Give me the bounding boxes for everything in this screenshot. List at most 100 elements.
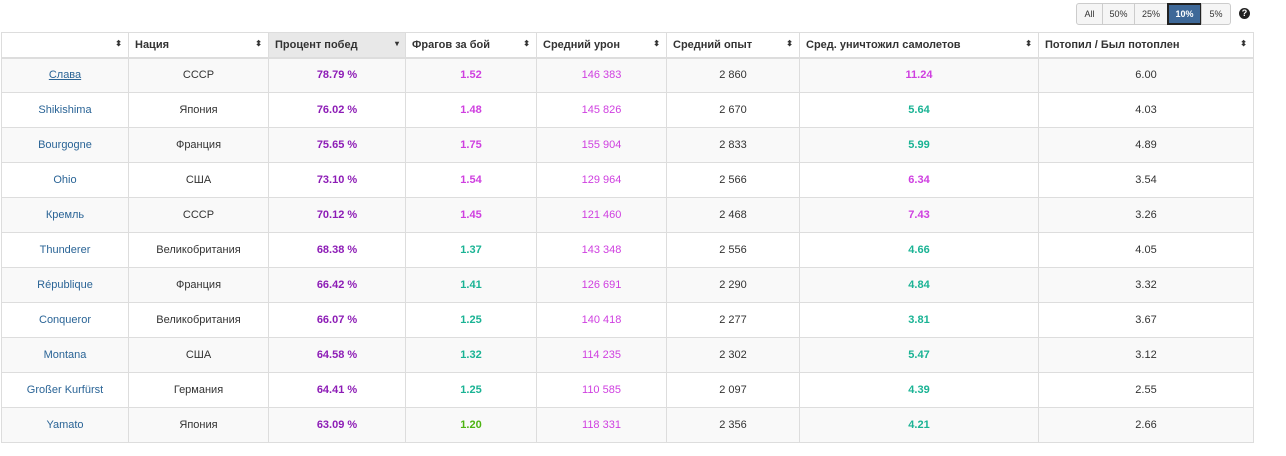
column-header-label: Сред. уничтожил самолетов xyxy=(806,38,961,51)
column-header-ship[interactable]: ⬍ xyxy=(1,32,129,59)
ship-cell[interactable]: Ohio xyxy=(1,162,129,198)
planes-cell: 6.34 xyxy=(799,162,1039,198)
ship-link[interactable]: Кремль xyxy=(46,209,84,221)
winrate-cell: 66.42 % xyxy=(268,267,406,303)
column-header-planes[interactable]: Сред. уничтожил самолетов ⬍ xyxy=(799,32,1039,59)
column-header-kd[interactable]: Потопил / Был потоплен ⬍ xyxy=(1038,32,1254,59)
ship-cell[interactable]: Bourgogne xyxy=(1,127,129,163)
kd-cell: 3.32 xyxy=(1038,267,1254,303)
column-header-nation[interactable]: Нация ⬍ xyxy=(128,32,269,59)
filter-5-button[interactable]: 5% xyxy=(1201,3,1231,25)
table-row: Слава СССР 78.79 % 1.52 146 383 2 860 11… xyxy=(1,57,1254,93)
table-header-row: ⬍ Нация ⬍ Процент побед ▾ Фрагов за бой ⬍ С… xyxy=(1,32,1254,59)
frags-cell: 1.32 xyxy=(405,337,537,373)
ship-link[interactable]: Bourgogne xyxy=(38,139,92,151)
ship-cell[interactable]: Thunderer xyxy=(1,232,129,268)
sort-desc-icon: ▾ xyxy=(394,39,399,48)
ship-cell[interactable]: Conqueror xyxy=(1,302,129,338)
column-header-label: Потопил / Был потоплен xyxy=(1045,38,1180,51)
ship-cell[interactable]: Слава xyxy=(1,57,129,93)
ship-link[interactable]: Yamato xyxy=(46,419,83,431)
table-row: Conqueror Великобритания 66.07 % 1.25 14… xyxy=(1,302,1254,338)
winrate-cell: 76.02 % xyxy=(268,92,406,128)
planes-cell: 5.99 xyxy=(799,127,1039,163)
ship-cell[interactable]: Yamato xyxy=(1,407,129,443)
ship-link[interactable]: Ohio xyxy=(53,174,76,186)
exp-cell: 2 670 xyxy=(666,92,800,128)
filter-50-button[interactable]: 50% xyxy=(1102,3,1135,25)
winrate-cell: 66.07 % xyxy=(268,302,406,338)
kd-cell: 4.05 xyxy=(1038,232,1254,268)
winrate-cell: 73.10 % xyxy=(268,162,406,198)
column-header-exp[interactable]: Средний опыт ⬍ xyxy=(666,32,800,59)
nation-cell: США xyxy=(128,162,269,198)
nation-cell: Великобритания xyxy=(128,302,269,338)
kd-cell: 2.55 xyxy=(1038,372,1254,408)
ship-cell[interactable]: Großer Kurfürst xyxy=(1,372,129,408)
table-row: Yamato Япония 63.09 % 1.20 118 331 2 356… xyxy=(1,407,1254,443)
column-header-label: Средний урон xyxy=(543,38,621,51)
damage-cell: 140 418 xyxy=(536,302,667,338)
kd-cell: 4.03 xyxy=(1038,92,1254,128)
sort-icon: ⬍ xyxy=(115,39,122,48)
ship-link[interactable]: Conqueror xyxy=(39,314,91,326)
winrate-cell: 63.09 % xyxy=(268,407,406,443)
damage-cell: 146 383 xyxy=(536,57,667,93)
exp-cell: 2 860 xyxy=(666,57,800,93)
ship-link[interactable]: Shikishima xyxy=(38,104,91,116)
table-row: Bourgogne Франция 75.65 % 1.75 155 904 2… xyxy=(1,127,1254,163)
exp-cell: 2 468 xyxy=(666,197,800,233)
exp-cell: 2 097 xyxy=(666,372,800,408)
winrate-cell: 75.65 % xyxy=(268,127,406,163)
ship-link[interactable]: Thunderer xyxy=(40,244,91,256)
column-header-winrate[interactable]: Процент побед ▾ xyxy=(268,32,406,59)
damage-cell: 129 964 xyxy=(536,162,667,198)
ship-cell[interactable]: Shikishima xyxy=(1,92,129,128)
kd-cell: 6.00 xyxy=(1038,57,1254,93)
frags-cell: 1.52 xyxy=(405,57,537,93)
ship-cell[interactable]: République xyxy=(1,267,129,303)
planes-cell: 4.66 xyxy=(799,232,1039,268)
ship-link[interactable]: République xyxy=(37,279,93,291)
table-row: Großer Kurfürst Германия 64.41 % 1.25 11… xyxy=(1,372,1254,408)
winrate-cell: 68.38 % xyxy=(268,232,406,268)
table-row: Thunderer Великобритания 68.38 % 1.37 14… xyxy=(1,232,1254,268)
planes-cell: 5.47 xyxy=(799,337,1039,373)
filter-10-button[interactable]: 10% xyxy=(1167,3,1202,25)
exp-cell: 2 556 xyxy=(666,232,800,268)
planes-cell: 5.64 xyxy=(799,92,1039,128)
sort-icon: ⬍ xyxy=(255,39,262,48)
table-row: Кремль СССР 70.12 % 1.45 121 460 2 468 7… xyxy=(1,197,1254,233)
damage-cell: 118 331 xyxy=(536,407,667,443)
frags-cell: 1.37 xyxy=(405,232,537,268)
sort-icon: ⬍ xyxy=(1240,39,1247,48)
sort-icon: ⬍ xyxy=(523,39,530,48)
ship-link[interactable]: Großer Kurfürst xyxy=(27,384,103,396)
nation-cell: Япония xyxy=(128,407,269,443)
help-icon[interactable]: ? xyxy=(1239,8,1250,19)
filter-all-button[interactable]: All xyxy=(1076,3,1103,25)
filter-25-button[interactable]: 25% xyxy=(1134,3,1168,25)
sort-icon: ⬍ xyxy=(1025,39,1032,48)
table-row: République Франция 66.42 % 1.41 126 691 … xyxy=(1,267,1254,303)
ship-link[interactable]: Montana xyxy=(44,349,87,361)
planes-cell: 3.81 xyxy=(799,302,1039,338)
planes-cell: 4.21 xyxy=(799,407,1039,443)
exp-cell: 2 356 xyxy=(666,407,800,443)
ship-link[interactable]: Слава xyxy=(49,69,81,81)
nation-cell: Франция xyxy=(128,267,269,303)
ship-cell[interactable]: Кремль xyxy=(1,197,129,233)
column-header-frags[interactable]: Фрагов за бой ⬍ xyxy=(405,32,537,59)
nation-cell: Великобритания xyxy=(128,232,269,268)
table-row: Montana США 64.58 % 1.32 114 235 2 302 5… xyxy=(1,337,1254,373)
winrate-cell: 78.79 % xyxy=(268,57,406,93)
percentile-filter-group: All 50% 25% 10% 5% xyxy=(1076,3,1231,25)
ship-cell[interactable]: Montana xyxy=(1,337,129,373)
column-header-label: Фрагов за бой xyxy=(412,38,490,51)
ship-stats-table: ⬍ Нация ⬍ Процент побед ▾ Фрагов за бой ⬍ С… xyxy=(1,32,1254,443)
exp-cell: 2 302 xyxy=(666,337,800,373)
damage-cell: 114 235 xyxy=(536,337,667,373)
kd-cell: 3.54 xyxy=(1038,162,1254,198)
column-header-damage[interactable]: Средний урон ⬍ xyxy=(536,32,667,59)
frags-cell: 1.25 xyxy=(405,302,537,338)
